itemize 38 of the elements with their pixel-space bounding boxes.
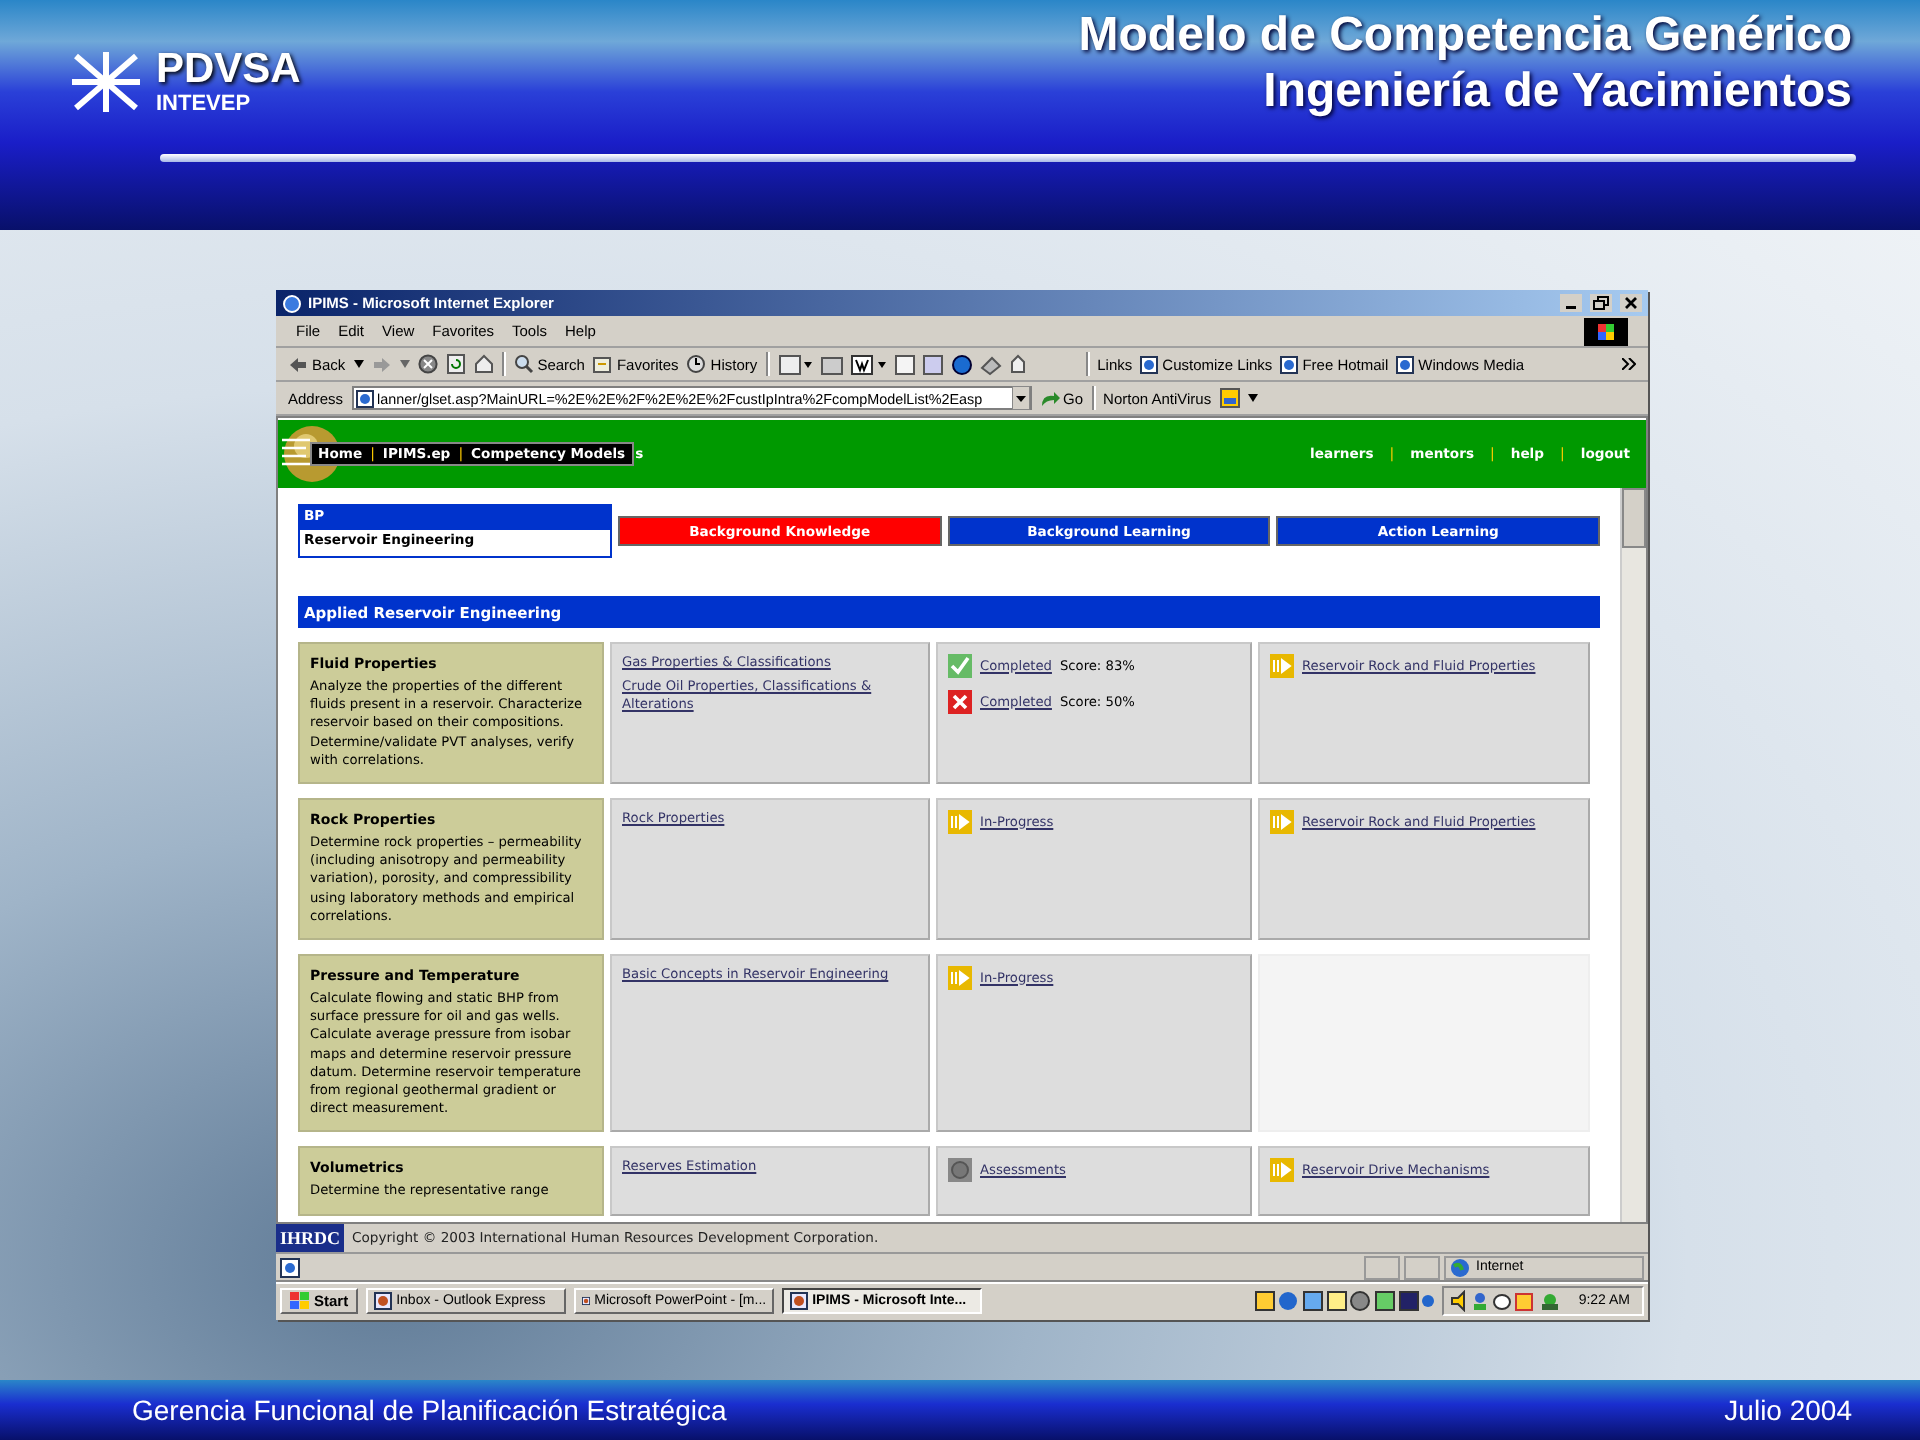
search-icon [513,354,534,374]
back-arrow-icon [288,355,308,373]
go-arrow-icon [1039,389,1060,407]
restore-icon[interactable] [1590,294,1612,312]
stop-icon[interactable] [417,354,438,374]
logo-emblem-icon [68,48,144,116]
slide-title: Modelo de Competencia Genérico [1078,8,1852,64]
globe-icon [1450,1257,1470,1277]
footer-date: Julio 2004 [1724,1394,1852,1426]
page-icon [280,1257,300,1277]
dropdown-arrow-icon[interactable] [1011,386,1030,410]
app-icon [790,1292,809,1310]
web-page-icon [1140,355,1159,373]
web-page-icon [1280,355,1299,373]
app-icon [582,1292,591,1310]
scrollbar[interactable] [1620,488,1646,1222]
app-icon [374,1292,393,1310]
shield-icon[interactable] [1219,388,1240,408]
web-page-icon [355,389,374,407]
folder-icon [592,354,613,374]
caret-icon[interactable] [1247,394,1258,402]
ihrdc-logo: IHRDC [276,1224,345,1252]
chevron-icon[interactable] [1622,358,1636,370]
quick-launch-icons-drawing[interactable] [1254,1290,1435,1312]
windows-logo-icon [290,1292,310,1310]
clock-icon [686,354,707,374]
home-icon[interactable] [473,354,494,374]
refresh-icon[interactable] [445,354,466,374]
footer-text: Gerencia Funcional de Planificación Estratégica [132,1394,727,1426]
web-page-icon [1396,355,1415,373]
slide-title: Ingeniería de Yacimientos [1261,64,1852,120]
windows-logo-icon [1584,317,1628,345]
minimize-icon[interactable] [1560,294,1582,312]
browser-icon [282,293,302,313]
caret-icon[interactable] [353,360,364,368]
logo-subtitle: INTEVEP [156,92,253,116]
close-icon[interactable] [1620,294,1642,312]
logo-name: PDVSA [156,48,301,92]
